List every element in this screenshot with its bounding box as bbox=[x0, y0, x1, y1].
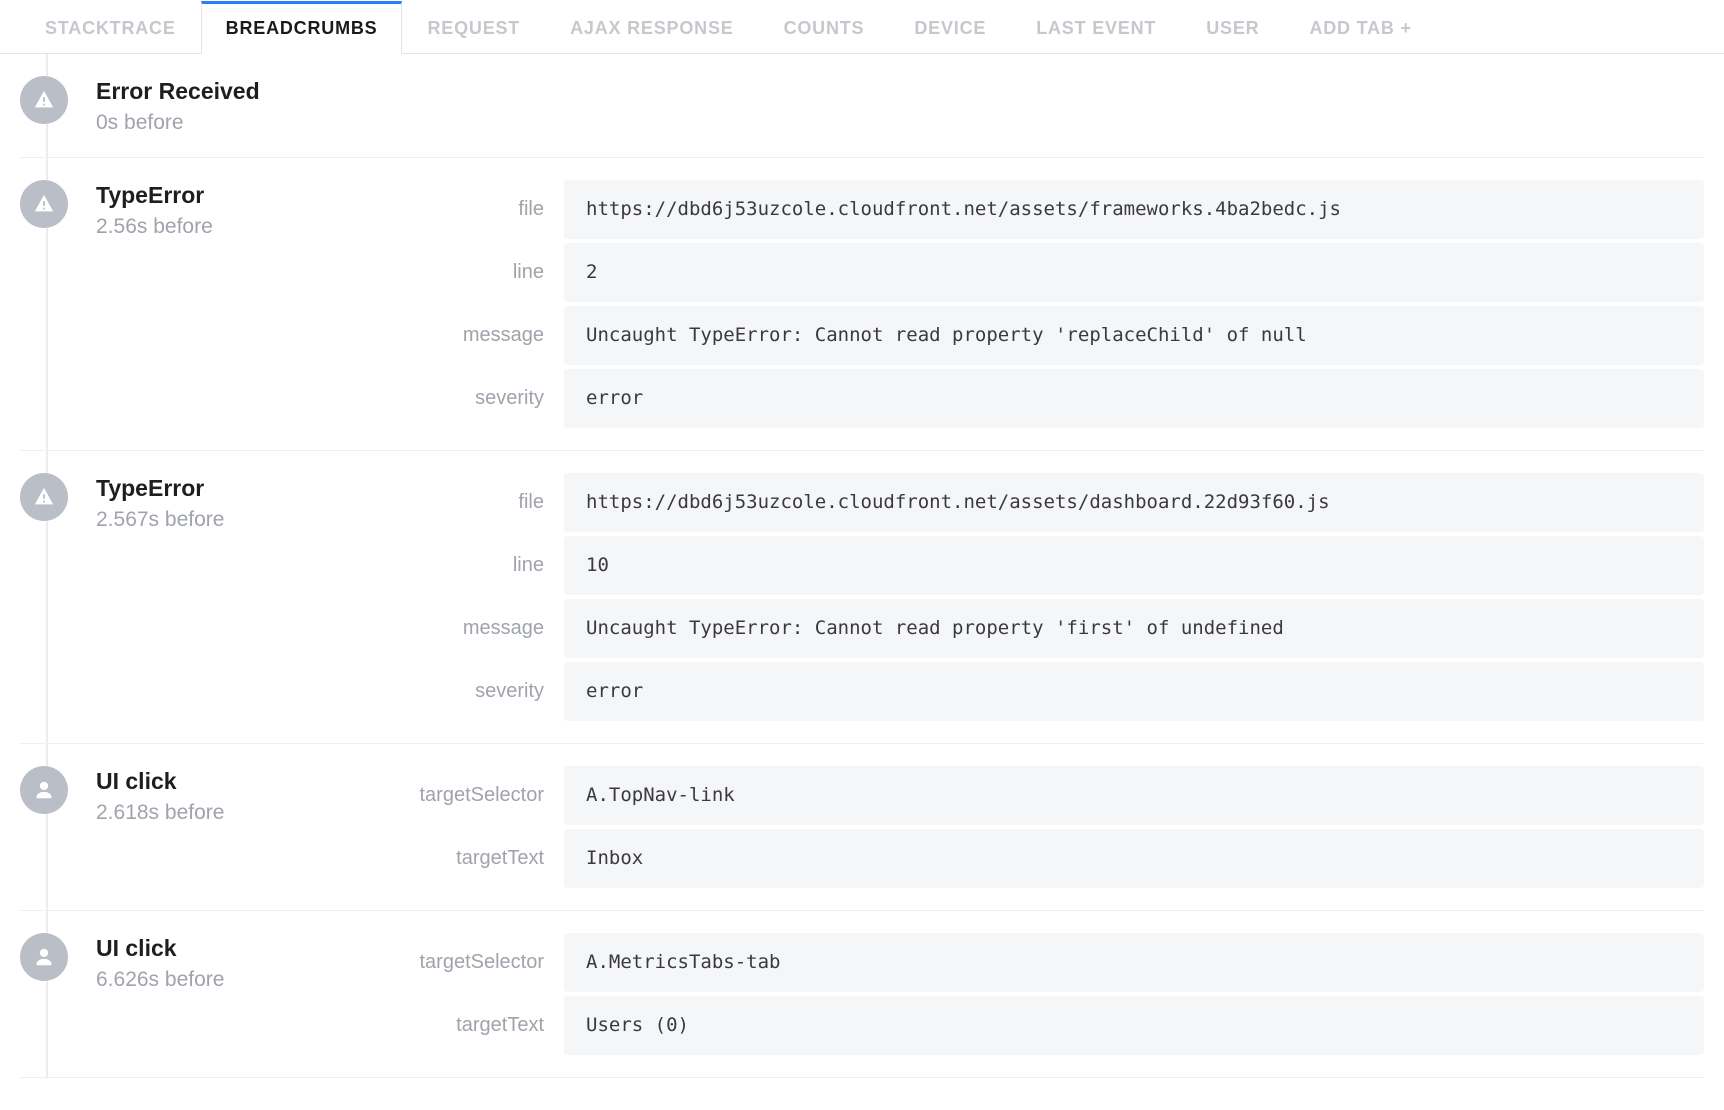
detail-row: targetText Inbox bbox=[414, 829, 1704, 888]
detail-value: Users (0) bbox=[564, 996, 1704, 1055]
entry-title: TypeError bbox=[96, 182, 386, 209]
tab-ajax-response[interactable]: AJAX RESPONSE bbox=[545, 1, 758, 54]
tab-request[interactable]: REQUEST bbox=[402, 1, 545, 54]
warning-icon bbox=[20, 180, 68, 228]
detail-key: message bbox=[414, 599, 544, 658]
entry-time: 2.618s before bbox=[96, 801, 386, 825]
breadcrumb-entry: UI click 2.618s before targetSelector A.Top… bbox=[20, 744, 1704, 911]
detail-row: message Uncaught TypeError: Cannot read p… bbox=[414, 306, 1704, 365]
detail-key: severity bbox=[414, 369, 544, 428]
tab-user[interactable]: USER bbox=[1181, 1, 1284, 54]
warning-icon bbox=[20, 473, 68, 521]
entry-details: file https://dbd6j53uzcole.cloudfront.net… bbox=[414, 180, 1704, 428]
detail-key: line bbox=[414, 243, 544, 302]
tab-stacktrace[interactable]: STACKTRACE bbox=[20, 1, 201, 54]
detail-row: line 10 bbox=[414, 536, 1704, 595]
detail-value: Uncaught TypeError: Cannot read property… bbox=[564, 306, 1704, 365]
entry-title: UI click bbox=[96, 768, 386, 795]
breadcrumbs-timeline: Error Received 0s before TypeError 2.56s be… bbox=[0, 54, 1724, 1078]
detail-value: https://dbd6j53uzcole.cloudfront.net/ass… bbox=[564, 473, 1704, 532]
detail-key: file bbox=[414, 473, 544, 532]
tab-last-event[interactable]: LAST EVENT bbox=[1011, 1, 1181, 54]
detail-row: severity error bbox=[414, 369, 1704, 428]
entry-details bbox=[414, 76, 1704, 135]
detail-row: severity error bbox=[414, 662, 1704, 721]
detail-row: targetSelector A.TopNav-link bbox=[414, 766, 1704, 825]
detail-key: targetSelector bbox=[414, 766, 544, 825]
tab-breadcrumbs[interactable]: BREADCRUMBS bbox=[201, 1, 403, 54]
entry-title: Error Received bbox=[96, 78, 386, 105]
detail-value: Inbox bbox=[564, 829, 1704, 888]
detail-value: A.TopNav-link bbox=[564, 766, 1704, 825]
entry-title: TypeError bbox=[96, 475, 386, 502]
user-icon bbox=[20, 933, 68, 981]
entry-time: 0s before bbox=[96, 111, 386, 135]
detail-row: file https://dbd6j53uzcole.cloudfront.net… bbox=[414, 473, 1704, 532]
detail-key: message bbox=[414, 306, 544, 365]
detail-key: severity bbox=[414, 662, 544, 721]
detail-value: 2 bbox=[564, 243, 1704, 302]
detail-value: Uncaught TypeError: Cannot read property… bbox=[564, 599, 1704, 658]
warning-icon bbox=[20, 76, 68, 124]
detail-key: targetText bbox=[414, 829, 544, 888]
entry-time: 2.567s before bbox=[96, 508, 386, 532]
detail-key: targetText bbox=[414, 996, 544, 1055]
tab-counts[interactable]: COUNTS bbox=[759, 1, 890, 54]
tabs-bar: STACKTRACEBREADCRUMBSREQUESTAJAX RESPONS… bbox=[0, 0, 1724, 54]
breadcrumb-entry: TypeError 2.56s before file https://dbd6j53… bbox=[20, 158, 1704, 451]
detail-key: targetSelector bbox=[414, 933, 544, 992]
add-tab-button[interactable]: ADD TAB + bbox=[1284, 1, 1436, 54]
breadcrumb-entry: TypeError 2.567s before file https://dbd6j5… bbox=[20, 451, 1704, 744]
tab-device[interactable]: DEVICE bbox=[889, 1, 1011, 54]
detail-value: error bbox=[564, 662, 1704, 721]
breadcrumb-entry: Error Received 0s before bbox=[20, 54, 1704, 158]
detail-value: https://dbd6j53uzcole.cloudfront.net/ass… bbox=[564, 180, 1704, 239]
detail-value: A.MetricsTabs-tab bbox=[564, 933, 1704, 992]
detail-row: message Uncaught TypeError: Cannot read p… bbox=[414, 599, 1704, 658]
detail-key: line bbox=[414, 536, 544, 595]
user-icon bbox=[20, 766, 68, 814]
entry-time: 6.626s before bbox=[96, 968, 386, 992]
detail-row: targetText Users (0) bbox=[414, 996, 1704, 1055]
detail-key: file bbox=[414, 180, 544, 239]
entry-details: file https://dbd6j53uzcole.cloudfront.net… bbox=[414, 473, 1704, 721]
detail-row: file https://dbd6j53uzcole.cloudfront.net… bbox=[414, 180, 1704, 239]
entry-time: 2.56s before bbox=[96, 215, 386, 239]
detail-value: error bbox=[564, 369, 1704, 428]
entry-details: targetSelector A.TopNav-link targetText Inb… bbox=[414, 766, 1704, 888]
detail-value: 10 bbox=[564, 536, 1704, 595]
entry-title: UI click bbox=[96, 935, 386, 962]
breadcrumb-entry: UI click 6.626s before targetSelector A.Met… bbox=[20, 911, 1704, 1078]
entry-details: targetSelectorA.MetricsTabs-tabtargetTex… bbox=[414, 933, 1704, 1055]
detail-row: line 2 bbox=[414, 243, 1704, 302]
detail-row: targetSelector A.MetricsTabs-tab bbox=[414, 933, 1704, 992]
